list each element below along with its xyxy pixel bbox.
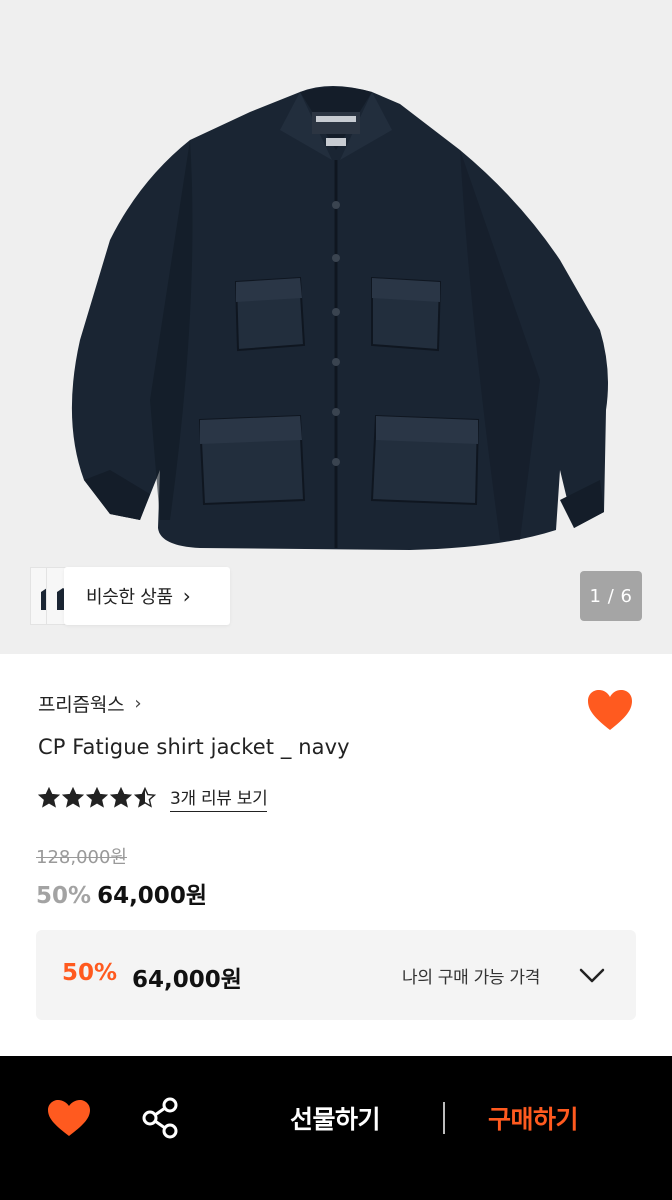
star-icon bbox=[86, 787, 108, 808]
product-image bbox=[71, 86, 608, 550]
buy-button[interactable]: 구매하기 bbox=[488, 1100, 579, 1136]
product-image-gallery[interactable]: 비슷한 상품 › 1 / 6 bbox=[0, 0, 672, 654]
my-price-label: 나의 구매 가능 가격 bbox=[402, 968, 541, 988]
review-link[interactable]: 3개 리뷰 보기 bbox=[170, 784, 268, 812]
brand-name: 프리즘웍스 bbox=[38, 694, 125, 716]
star-icon bbox=[110, 787, 132, 808]
similar-products-button[interactable]: 비슷한 상품 › bbox=[30, 567, 230, 625]
original-price: 128,000원 bbox=[36, 847, 127, 868]
star-icon bbox=[62, 787, 84, 808]
star-icon bbox=[134, 787, 156, 808]
share-icon[interactable] bbox=[140, 1096, 180, 1140]
discount-rate: 50% bbox=[36, 883, 92, 909]
my-price-discount: 50% bbox=[62, 960, 118, 986]
rating-stars bbox=[38, 787, 156, 809]
chevron-right-icon: › bbox=[182, 584, 191, 608]
product-title: CP Fatigue shirt jacket _ navy bbox=[38, 735, 350, 759]
brand-link[interactable]: 프리즘웍스 › bbox=[38, 690, 142, 717]
image-page-counter: 1 / 6 bbox=[580, 571, 642, 621]
bottom-action-bar: 선물하기 구매하기 bbox=[0, 1056, 672, 1200]
my-price-dropdown[interactable]: 50% 64,000원 나의 구매 가능 가격 bbox=[36, 930, 636, 1020]
chevron-down-icon bbox=[579, 968, 605, 983]
divider bbox=[443, 1102, 445, 1134]
similar-products-label: 비슷한 상품 bbox=[86, 587, 173, 608]
rating-row: 3개 리뷰 보기 bbox=[38, 784, 268, 812]
heart-icon[interactable] bbox=[46, 1098, 92, 1138]
sale-price: 64,000원 bbox=[97, 883, 207, 909]
heart-icon[interactable] bbox=[586, 688, 634, 732]
gift-button[interactable]: 선물하기 bbox=[290, 1100, 381, 1136]
similar-products-card[interactable]: 비슷한 상품 › bbox=[64, 567, 230, 625]
chevron-right-icon: › bbox=[134, 693, 142, 714]
my-price-value: 64,000원 bbox=[132, 967, 242, 993]
star-icon bbox=[38, 787, 60, 808]
price-row: 50% 64,000원 bbox=[36, 876, 207, 910]
